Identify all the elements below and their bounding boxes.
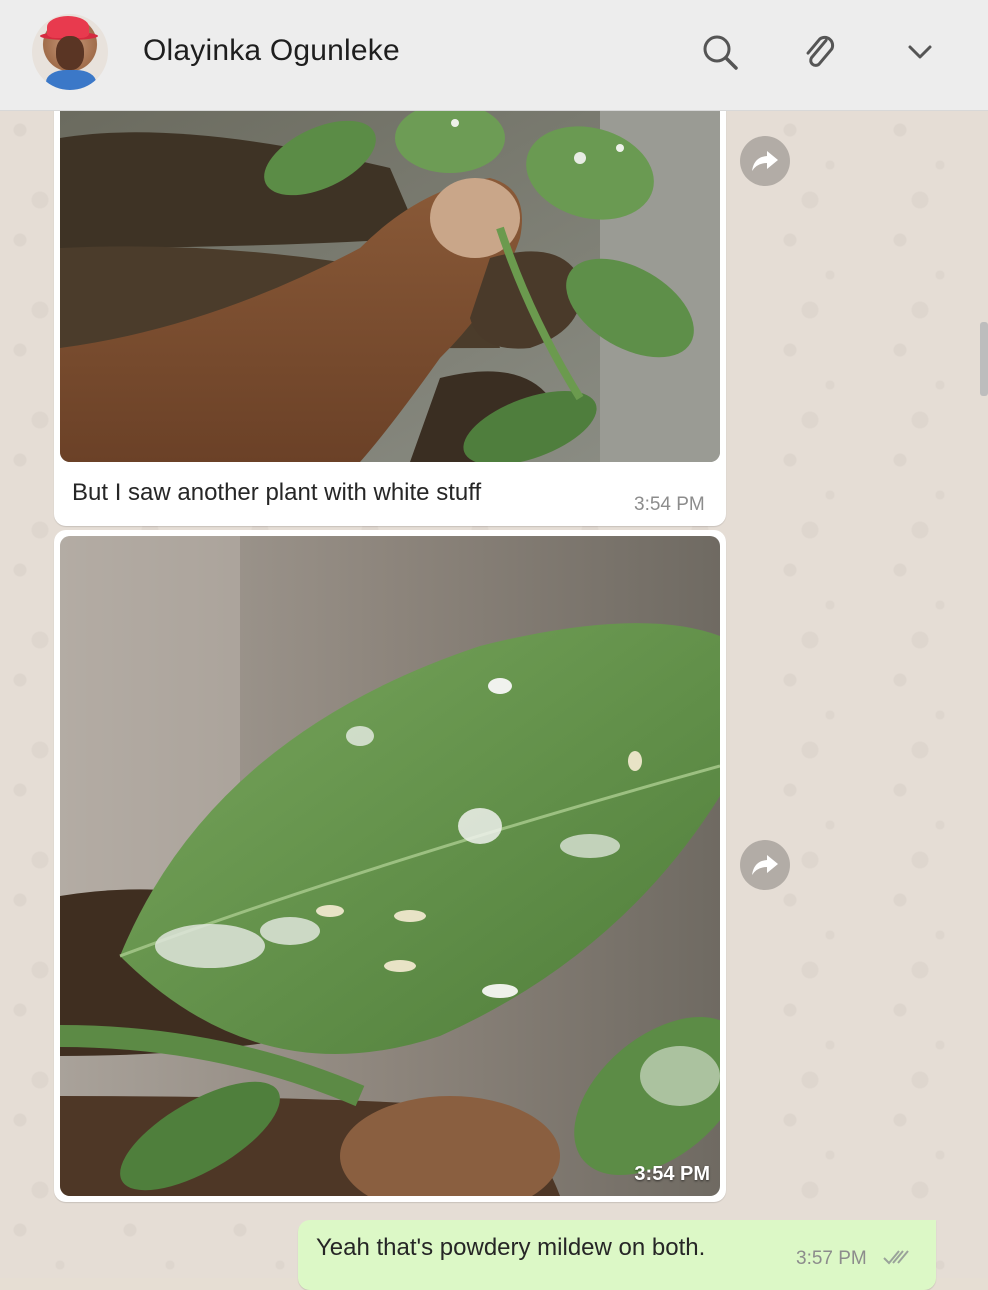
search-icon[interactable] <box>698 30 742 74</box>
message-time: 3:54 PM <box>634 494 705 515</box>
message-time: 3:54 PM <box>634 1163 710 1185</box>
avatar-hat <box>47 16 89 38</box>
paperclip-icon[interactable] <box>798 30 842 74</box>
avatar[interactable] <box>32 14 108 90</box>
message-bubble-outgoing[interactable]: Yeah that's powdery mildew on both. 3:57… <box>298 1220 936 1290</box>
chat-header: Olayinka Ogunleke <box>0 0 988 111</box>
scrollbar-thumb[interactable] <box>980 322 988 396</box>
chevron-down-icon[interactable] <box>898 30 942 74</box>
message-text: Yeah that's powdery mildew on both. <box>316 1234 706 1261</box>
forward-button[interactable] <box>740 136 790 186</box>
contact-name[interactable]: Olayinka Ogunleke <box>143 34 400 68</box>
message-caption: But I saw another plant with white stuff <box>72 479 482 506</box>
forward-icon <box>752 855 778 875</box>
message-image[interactable]: 3:54 PM <box>60 536 720 1196</box>
forward-icon <box>752 151 778 171</box>
message-bubble-incoming[interactable]: 3:54 PM <box>54 92 726 526</box>
message-bubble-incoming[interactable]: 3:54 PM <box>54 530 726 1202</box>
message-time: 3:57 PM <box>796 1248 867 1269</box>
message-image[interactable] <box>60 98 720 462</box>
avatar-shirt <box>46 70 96 90</box>
forward-button[interactable] <box>740 840 790 890</box>
avatar-face <box>56 36 84 70</box>
double-check-icon <box>883 1250 909 1265</box>
